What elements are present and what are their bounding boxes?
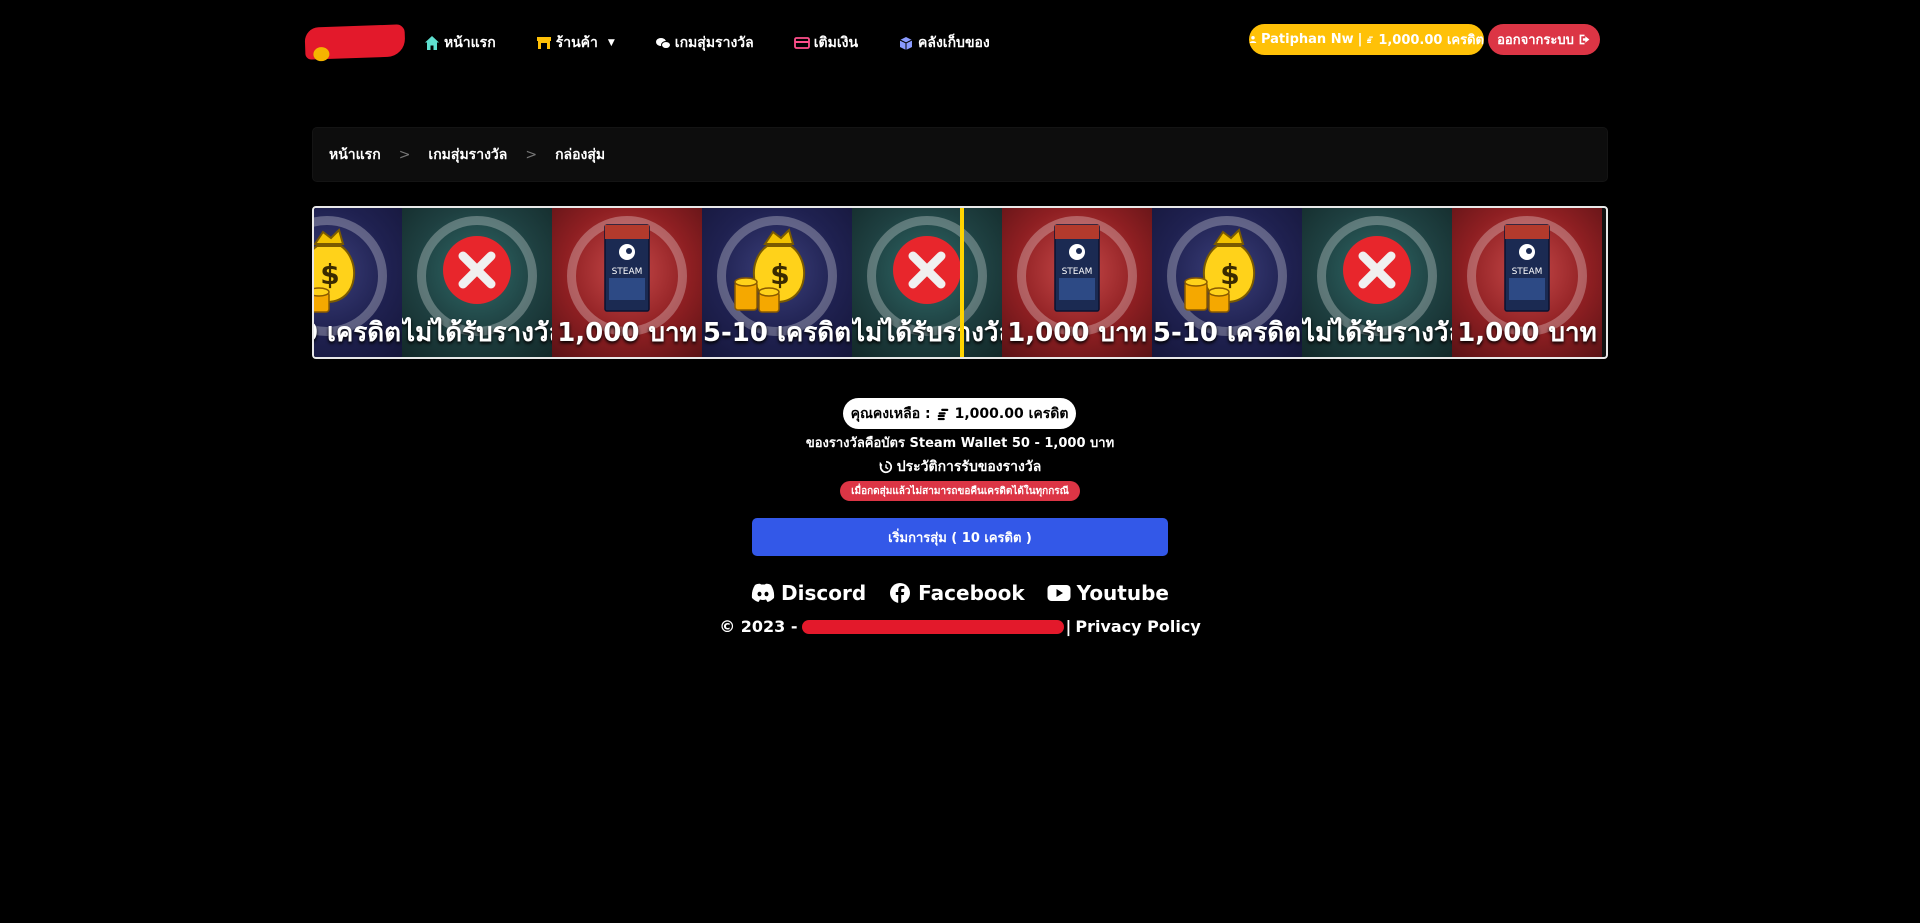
roulette-tile-money: $5-10 เครดิต [702,208,852,357]
tile-label: 1,000 บาท [1007,318,1147,348]
steam-card-icon: STEAM [1054,224,1100,312]
breadcrumb-current: กล่องสุ่ม [555,146,606,163]
logout-button[interactable]: ออกจากระบบ [1488,24,1600,55]
no-refund-warning: เมื่อกดสุ่มแล้วไม่สามารถขอคืนเครดิตได้ใน… [840,481,1080,501]
balance-label: คุณคงเหลือ : [850,405,931,422]
coins-icon [937,408,948,420]
roulette-tile-money: $5-10 เครดิต [314,208,402,357]
svg-text:$: $ [1220,258,1239,291]
tile-label: ไม่ได้รับรางวัล [852,318,1002,348]
nav-item-label: หน้าแรก [444,35,496,51]
copyright: © 2023 - | Privacy Policy [0,617,1920,636]
discord-label: Discord [781,581,867,605]
tile-label: ไม่ได้รับรางวัล [402,318,552,348]
user-separator: | [1357,32,1363,47]
facebook-label: Facebook [918,581,1025,605]
gamepad-icon [655,38,671,49]
roulette-tile-steam: STEAM 1,000 บาท [1452,208,1602,357]
prize-roulette: $5-10 เครดิตไม่ได้รับรางวัลSTEAM1,000 บา… [312,206,1608,359]
roulette-strip: $5-10 เครดิตไม่ได้รับรางวัลSTEAM1,000 บา… [314,208,1602,357]
nav-item-store[interactable]: ร้านค้า ▼ [536,32,615,54]
nav-item-label: ร้านค้า [555,35,598,51]
breadcrumb-separator: > [398,146,411,163]
balance-value: 1,000.00 เครดิต [954,405,1069,422]
tile-label: 5-10 เครดิต [314,318,402,348]
roulette-marker [960,208,964,357]
copyright-separator: | [1065,617,1072,636]
tile-label: 1,000 บาท [1457,318,1597,348]
redacted-site-name [801,619,1064,634]
site-logo[interactable] [304,24,406,60]
nav-item-topup[interactable]: เติมเงิน [793,32,859,54]
box-icon [899,37,913,50]
breadcrumb-games[interactable]: เกมสุ่มรางวัล [428,144,507,166]
youtube-icon [1047,585,1071,601]
nav-item-label: เกมสุ่มรางวัล [674,35,754,51]
roulette-tile-steam: STEAM 1,000 บาท [1002,208,1152,357]
nav-item-games[interactable]: เกมสุ่มรางวัล [655,32,754,54]
nav-item-home[interactable]: หน้าแรก [424,32,496,54]
user-name: Patiphan Nw [1260,32,1354,47]
tile-label: 1,000 บาท [557,318,697,348]
roulette-tile-steam: STEAM 1,000 บาท [552,208,702,357]
steam-card-icon: STEAM [604,224,650,312]
main-nav: หน้าแรก ร้านค้า ▼ เกมสุ่มรางวัล เติมเงิน… [424,32,1030,54]
balance-badge: คุณคงเหลือ : 1,000.00 เครดิต [843,398,1076,429]
coins-icon [1367,36,1374,43]
close-icon [1343,236,1411,304]
breadcrumb-separator: > [525,146,538,163]
credit-card-icon [793,37,810,49]
tile-label: ไม่ได้รับรางวัล [1302,318,1452,348]
privacy-policy-link[interactable]: Privacy Policy [1075,617,1200,636]
logout-label: ออกจากระบบ [1497,33,1574,48]
history-icon [879,460,892,474]
steam-card-text: STEAM [1062,267,1093,277]
roulette-tile-lose: ไม่ได้รับรางวัล [1302,208,1452,357]
discord-icon [751,583,775,602]
steam-card-text: STEAM [1512,267,1543,277]
money-bag-icon: $ [1184,228,1256,313]
user-icon [1249,36,1257,43]
breadcrumb-home[interactable]: หน้าแรก [329,144,381,166]
money-bag-icon: $ [314,228,356,313]
nav-item-label: เติมเงิน [813,35,859,51]
sign-out-icon [1579,34,1590,45]
home-icon [425,36,439,50]
close-icon [443,236,511,304]
chevron-down-icon: ▼ [607,38,615,48]
user-credit-button[interactable]: Patiphan Nw | 1,000.00 เครดิต [1249,24,1484,55]
history-label: ประวัติการรับของรางวัล [896,459,1042,475]
youtube-link[interactable]: Youtube [1047,581,1169,605]
copyright-prefix: © 2023 - [719,617,798,636]
roulette-tile-lose: ไม่ได้รับรางวัล [852,208,1002,357]
user-credit: 1,000.00 เครดิต [1378,33,1484,48]
nav-item-inventory[interactable]: คลังเก็บของ [898,32,990,54]
tile-label: 5-10 เครดิต [1152,318,1302,348]
roulette-tile-money: $5-10 เครดิต [1152,208,1302,357]
tile-label: 5-10 เครดิต [702,318,852,348]
facebook-icon [890,583,911,603]
prize-description: ของรางวัลคือบัตร Steam Wallet 50 - 1,000… [805,436,1115,451]
prize-history-link[interactable]: ประวัติการรับของรางวัล [0,456,1920,478]
start-spin-button[interactable]: เริ่มการสุ่ม ( 10 เครดิต ) [752,518,1168,556]
facebook-link[interactable]: Facebook [888,581,1025,605]
nav-item-label: คลังเก็บของ [918,35,990,51]
discord-link[interactable]: Discord [751,581,866,605]
money-bag-icon: $ [734,228,806,313]
svg-text:$: $ [770,258,789,291]
steam-card-icon: STEAM [1504,224,1550,312]
youtube-label: Youtube [1076,581,1169,605]
svg-text:$: $ [320,258,339,291]
roulette-tile-lose: ไม่ได้รับรางวัล [402,208,552,357]
store-icon [536,37,551,49]
breadcrumb: หน้าแรก > เกมสุ่มรางวัล > กล่องสุ่ม [312,127,1608,182]
steam-card-text: STEAM [612,267,643,277]
social-links: Discord Facebook Youtube [0,581,1920,605]
